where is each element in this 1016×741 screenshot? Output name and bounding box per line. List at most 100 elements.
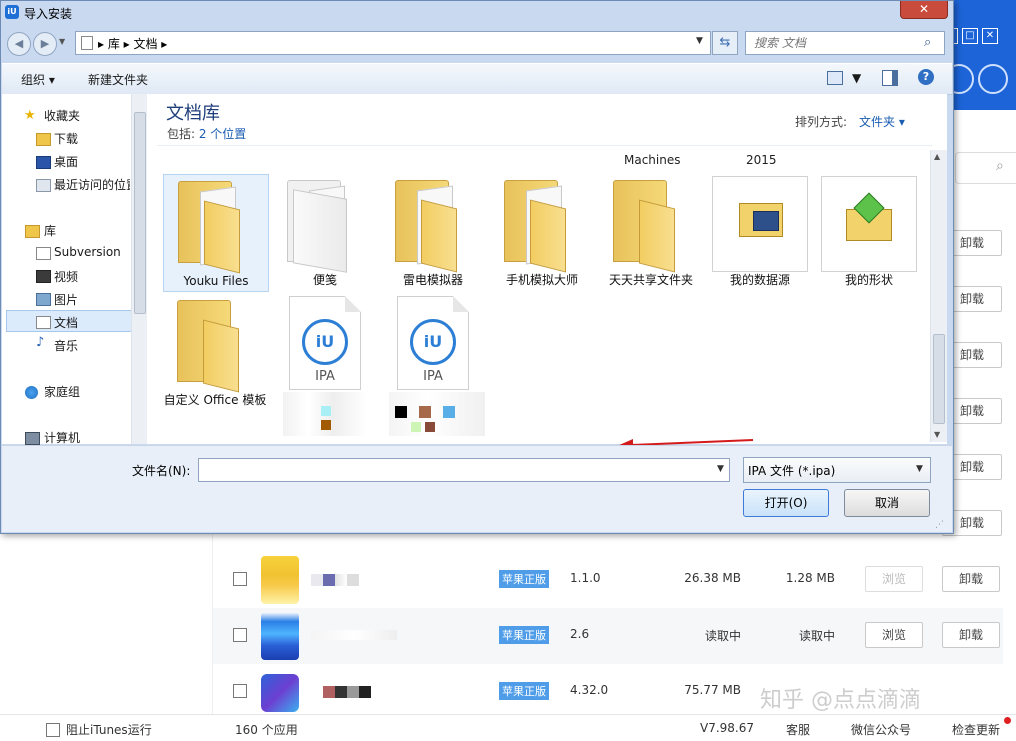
homegroup-icon xyxy=(25,386,38,399)
folder-item[interactable]: 便笺 xyxy=(273,174,377,290)
change-view-icon[interactable] xyxy=(827,71,843,85)
app-logo-icon: iU xyxy=(5,5,19,19)
app-version: 2.6 xyxy=(570,627,590,641)
nav-subversion[interactable]: Subversion xyxy=(54,245,121,259)
ipa-file-icon: iU IPA xyxy=(397,296,469,390)
back-arrow-icon[interactable]: ◀ xyxy=(7,32,31,56)
folder-label: 雷电模拟器 xyxy=(402,273,463,287)
divider xyxy=(157,145,932,146)
search-input[interactable] xyxy=(752,35,916,51)
wechat-link[interactable]: 微信公众号 xyxy=(851,721,911,738)
open-button[interactable]: 打开(O) xyxy=(743,489,829,517)
folder-item[interactable]: 天天共享文件夹 xyxy=(599,174,703,290)
shapes-icon xyxy=(821,176,917,272)
nav-scrollbar-thumb[interactable] xyxy=(134,112,146,314)
app-size: 读取中 xyxy=(704,629,741,643)
nav-computer[interactable]: 计算机 xyxy=(44,429,80,446)
arrange-by-dropdown[interactable]: 文件夹 ▾ xyxy=(859,113,905,130)
app-search-box[interactable]: ⌕ xyxy=(955,152,1016,184)
folder-label: Youku Files xyxy=(183,274,249,288)
maximize-icon[interactable]: □ xyxy=(962,28,978,44)
help-icon[interactable]: ? xyxy=(918,69,934,85)
address-bar[interactable]: ▸ 库 ▸ 文档 ▸ ▼ xyxy=(75,31,711,55)
includes-link[interactable]: 2 个位置 xyxy=(199,127,246,141)
filename-field[interactable]: ▼ xyxy=(198,458,730,482)
dialog-footer: 文件名(N): ▼ IPA 文件 (*.ipa) ▼ 打开(O) 取消 ⋰ xyxy=(2,445,952,532)
organize-menu[interactable]: 组织 ▾ xyxy=(21,71,55,88)
nav-libraries[interactable]: 库 xyxy=(44,222,56,239)
close-button[interactable]: ✕ xyxy=(900,1,948,19)
app-size: 26.38 MB xyxy=(684,571,741,585)
nav-recent[interactable]: 最近访问的位置 xyxy=(54,176,130,193)
ipa-logo-icon: iU xyxy=(410,319,456,365)
app-icon xyxy=(261,556,299,604)
app-icon xyxy=(261,612,299,660)
close-icon[interactable]: ✕ xyxy=(982,28,998,44)
file-type-select[interactable]: IPA 文件 (*.ipa) ▼ xyxy=(743,457,931,483)
app-version: 1.1.0 xyxy=(570,571,601,585)
scroll-down-icon[interactable]: ▼ xyxy=(934,430,940,439)
scroll-up-icon[interactable]: ▲ xyxy=(934,152,940,161)
nav-pictures[interactable]: 图片 xyxy=(54,291,78,308)
ipa-file-item[interactable]: iU IPA xyxy=(273,294,377,436)
view-options-dropdown-icon[interactable]: ▼ xyxy=(852,71,861,85)
support-link[interactable]: 客服 xyxy=(786,721,810,738)
filename-history-dropdown-icon[interactable]: ▼ xyxy=(717,464,724,474)
folder-item[interactable]: 手机模拟大师 xyxy=(490,174,594,290)
browse-button[interactable]: 浏览 xyxy=(865,566,923,592)
ipa-logo-icon: iU xyxy=(302,319,348,365)
nav-music[interactable]: 音乐 xyxy=(54,337,78,354)
dialog-title-bar[interactable]: iU 导入安装 ✕ xyxy=(1,1,953,25)
folder-label: 我的数据源 xyxy=(729,273,790,287)
block-itunes-label: 阻止iTunes运行 xyxy=(66,723,152,737)
folder-item[interactable]: 自定义 Office 模板 xyxy=(163,294,267,428)
nav-favorites[interactable]: 收藏夹 xyxy=(44,107,80,124)
cancel-button[interactable]: 取消 xyxy=(844,489,930,517)
new-folder-button[interactable]: 新建文件夹 xyxy=(88,71,148,88)
uninstall-button[interactable]: 卸载 xyxy=(942,622,1000,648)
music-icon: ♪ xyxy=(36,335,45,350)
file-list-scrollbar-thumb[interactable] xyxy=(933,334,945,424)
search-icon[interactable]: ⌕ xyxy=(924,35,931,50)
breadcrumb[interactable]: ▸ 库 ▸ 文档 ▸ xyxy=(98,35,167,52)
block-itunes-checkbox[interactable] xyxy=(46,723,60,737)
folder-item[interactable]: 我的数据源 xyxy=(708,174,812,290)
nav-desktop[interactable]: 桌面 xyxy=(54,153,78,170)
row-checkbox[interactable] xyxy=(233,684,247,698)
chevron-down-icon[interactable]: ▼ xyxy=(696,36,703,46)
forward-arrow-icon[interactable]: ▶ xyxy=(33,32,57,56)
recent-dropdown-icon[interactable]: ▼ xyxy=(59,37,65,46)
row-checkbox[interactable] xyxy=(233,628,247,642)
watermark: 知乎 @点点滴滴 xyxy=(760,688,921,713)
file-list-scrollbar[interactable]: ▲ ▼ xyxy=(930,150,947,442)
folder-label: 天天共享文件夹 xyxy=(608,273,693,287)
app-version: 4.32.0 xyxy=(570,683,609,697)
folder-item[interactable]: 我的形状 xyxy=(817,174,921,290)
filename-input[interactable] xyxy=(201,461,705,477)
uninstall-button[interactable]: 卸载 xyxy=(942,566,1000,592)
dialog-title: 导入安装 xyxy=(24,7,73,21)
nav-documents[interactable]: 文档 xyxy=(54,314,78,331)
row-checkbox[interactable] xyxy=(233,572,247,586)
folder-label: 便笺 xyxy=(312,273,337,287)
ipa-file-item[interactable]: iU IPA xyxy=(381,294,485,436)
nav-downloads[interactable]: 下载 xyxy=(54,130,78,147)
folder-item[interactable]: Youku Files xyxy=(163,174,269,292)
search-box[interactable]: ⌕ xyxy=(745,31,945,55)
library-title: 文档库 xyxy=(166,103,220,124)
refresh-icon[interactable]: ⇆ xyxy=(712,31,738,55)
subversion-icon xyxy=(36,247,51,260)
preview-pane-icon[interactable] xyxy=(882,70,898,86)
resize-grip-icon[interactable]: ⋰ xyxy=(935,520,944,530)
arrange-by-label: 排列方式: xyxy=(795,115,848,129)
check-update-link[interactable]: 检查更新 xyxy=(952,721,1000,738)
browse-button[interactable]: 浏览 xyxy=(865,622,923,648)
nav-scrollbar[interactable] xyxy=(131,94,147,444)
folder-item[interactable]: 雷电模拟器 xyxy=(381,174,485,290)
blurred-filename xyxy=(283,392,367,436)
nav-homegroup[interactable]: 家庭组 xyxy=(44,383,80,400)
nav-videos[interactable]: 视频 xyxy=(54,268,78,285)
ipa-label: IPA xyxy=(315,369,335,384)
user-icon[interactable] xyxy=(978,64,1008,94)
navigation-pane: ★ 收藏夹 下载 桌面 最近访问的位置 库 Subversion 视频 图片 文… xyxy=(2,94,147,446)
